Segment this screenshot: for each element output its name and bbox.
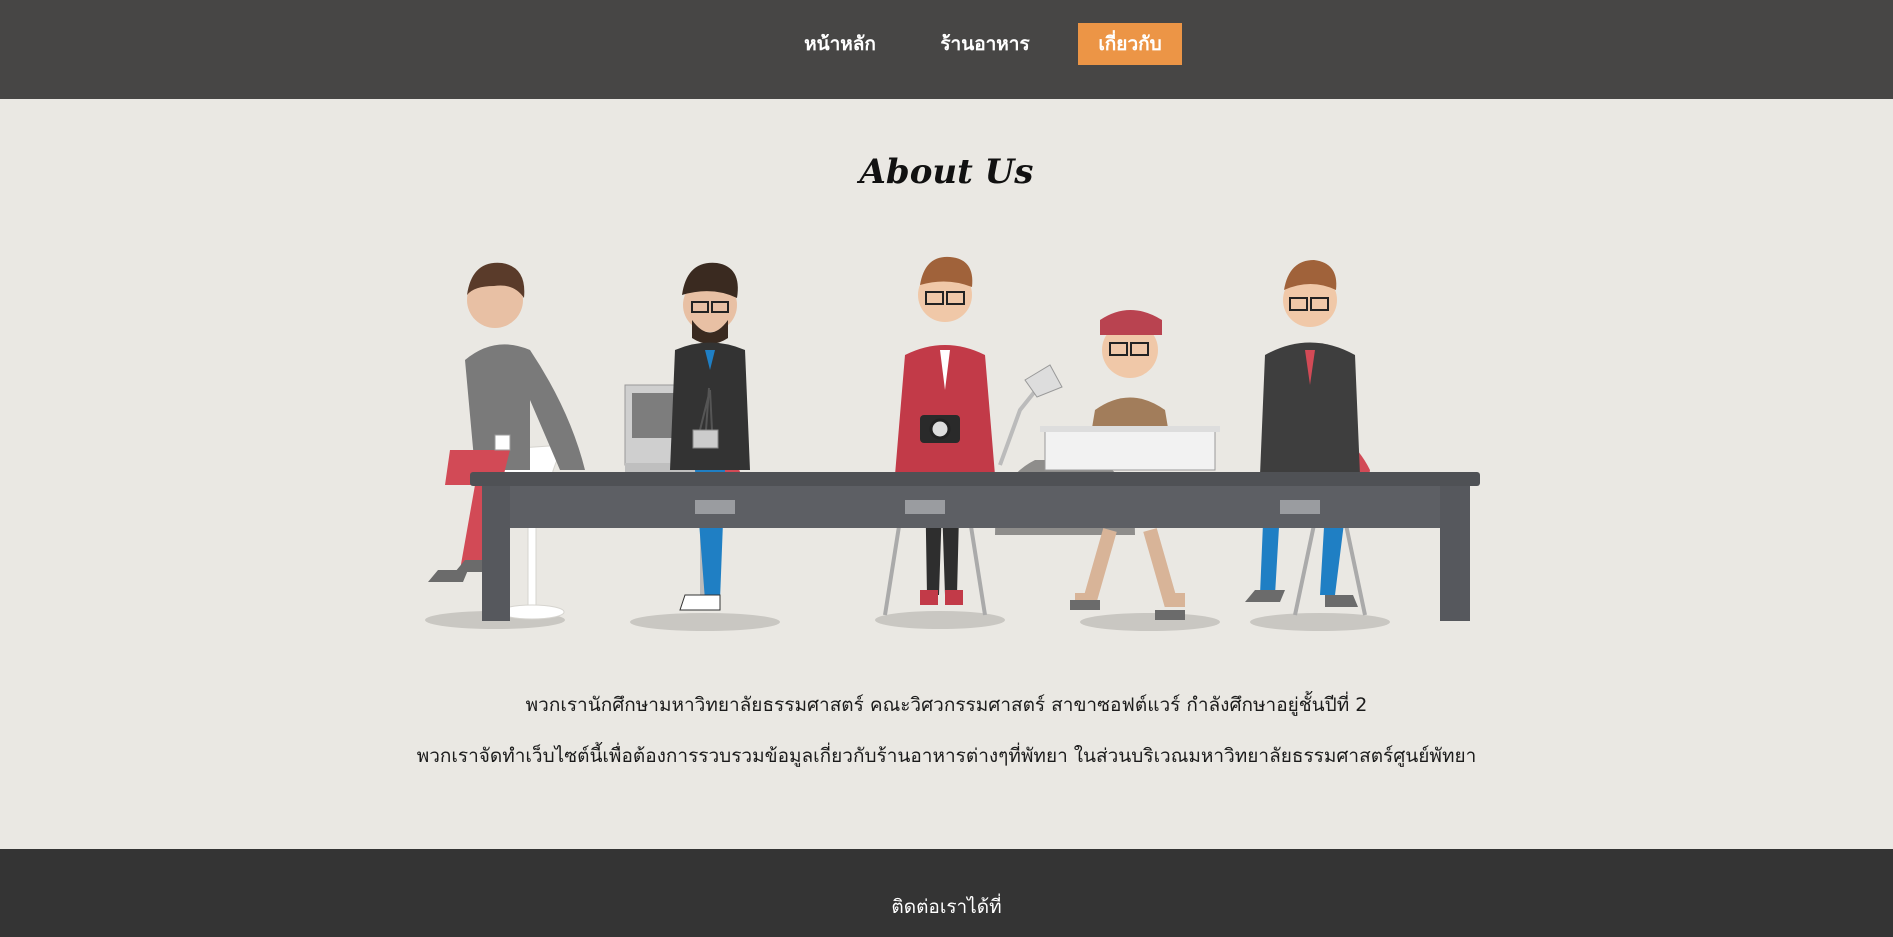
person-2 (670, 262, 750, 611)
team-illustration (425, 256, 1480, 631)
person-3 (895, 256, 995, 605)
about-paragraph-1: พวกเรานักศึกษามหาวิทยาลัยธรรมศาสตร์ คณะว… (525, 694, 1368, 716)
top-navbar: หน้าหลัก ร้านอาหาร เกี่ยวกับ (0, 0, 1893, 99)
floor-shadows (425, 611, 1390, 631)
page-title: About Us (859, 152, 1034, 192)
nav-restaurants-link[interactable]: ร้านอาหาร (928, 23, 1042, 65)
nav-about-link[interactable]: เกี่ยวกับ (1078, 23, 1182, 65)
footer: ติดต่อเราได้ที่ (0, 849, 1893, 937)
person-4 (1040, 310, 1220, 620)
about-paragraph-2: พวกเราจัดทำเว็บไซต์นี้เพื่อต้องการรวบรวม… (416, 745, 1477, 767)
footer-contact-label: ติดต่อเราได้ที่ (891, 896, 1002, 918)
person-5 (1245, 260, 1360, 607)
nav-home-link[interactable]: หน้าหลัก (790, 23, 890, 65)
